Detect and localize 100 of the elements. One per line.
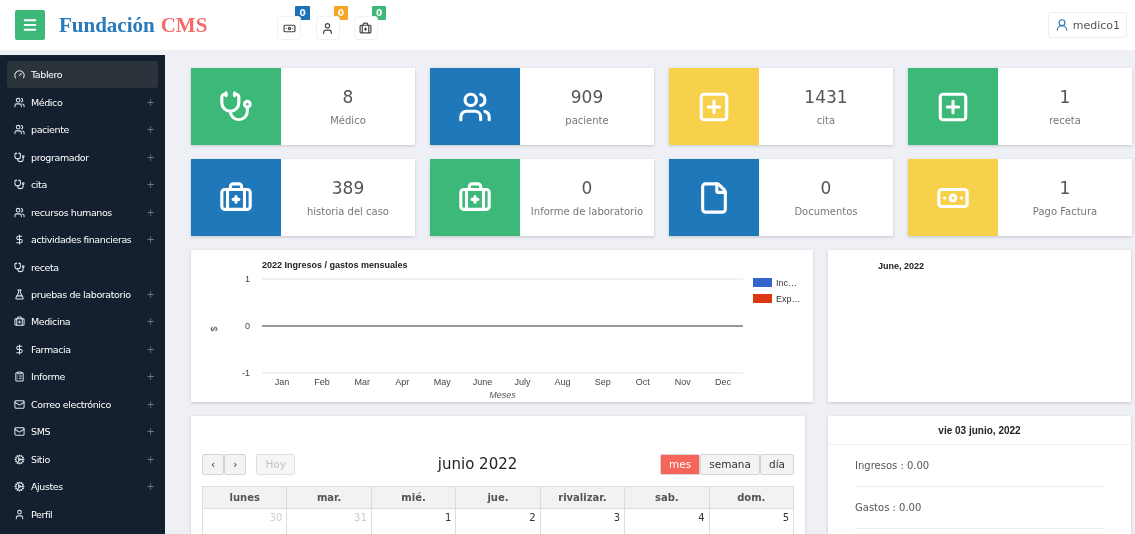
sidebar-item[interactable]: programador +: [7, 143, 158, 171]
chart-title: 2022 Ingresos / gastos mensuales: [262, 260, 408, 270]
dollar-icon: [14, 234, 25, 246]
users-icon: [14, 206, 25, 218]
notification-button[interactable]: [353, 16, 378, 40]
stat-label: Pago Factura: [1032, 206, 1098, 217]
legend-label: Exp…: [776, 294, 801, 304]
sidebar-item[interactable]: actividades financieras +: [7, 225, 158, 254]
weekday-header: dom.: [709, 486, 794, 509]
logo: Fundación CMS: [59, 12, 208, 38]
weekday-header: rivalizar.: [540, 486, 626, 509]
sidebar-item[interactable]: Tablero: [7, 61, 158, 89]
next-button[interactable]: ›: [224, 453, 247, 475]
sidebar-item[interactable]: receta: [7, 253, 158, 281]
day-cell[interactable]: 4: [625, 509, 710, 534]
axis-tick-label: Sep: [594, 377, 611, 387]
expand-icon: +: [146, 124, 155, 136]
stethoscope-icon: [14, 261, 25, 273]
sidebar-item[interactable]: Informe +: [7, 363, 158, 391]
axis-tick-label: May: [433, 377, 451, 387]
expand-icon: +: [146, 316, 155, 328]
panel-title: vie 03 junio, 2022: [828, 416, 1131, 445]
stat-label: Documentos: [794, 206, 858, 217]
expand-icon: +: [146, 398, 155, 410]
count-badge: 0: [371, 6, 387, 20]
stethoscope-icon: [14, 151, 25, 163]
stat-value: 909: [570, 87, 604, 107]
sidebar-item[interactable]: cita +: [7, 170, 158, 199]
users-icon: [14, 124, 25, 136]
user-button[interactable]: medico1: [1047, 12, 1127, 38]
sidebar-item[interactable]: Farmacia +: [7, 335, 158, 364]
expand-icon: +: [146, 206, 155, 218]
user-icon: [321, 21, 335, 35]
axis-tick-label: -1: [242, 368, 250, 378]
axis-tick-label: 1: [245, 274, 250, 284]
weekday-header: lunes: [203, 486, 288, 509]
legend-label: Inc…: [776, 278, 797, 288]
day-cell[interactable]: 3: [540, 509, 626, 534]
stat-value: 8: [342, 87, 354, 107]
users-icon: [14, 96, 25, 108]
stat-value: 0: [820, 178, 832, 198]
sidebar-item[interactable]: Medicina +: [7, 308, 158, 336]
stethoscope-icon: [219, 89, 253, 124]
cogs-icon: [14, 453, 25, 465]
briefcase-icon: [359, 21, 373, 35]
flask-icon: [14, 289, 25, 300]
menu-icon: [22, 17, 38, 33]
expand-icon: +: [146, 179, 155, 191]
sidebar-item[interactable]: Ajustes +: [7, 473, 158, 501]
day-cell[interactable]: 2: [456, 509, 541, 534]
stat-value: 1: [1059, 87, 1071, 107]
mail-icon: [14, 398, 25, 410]
sidebar-item[interactable]: Sitio +: [7, 445, 158, 474]
cogs-icon: [14, 481, 25, 493]
stat-label: cita: [816, 115, 836, 126]
axis-title: $: [209, 326, 219, 332]
weekday-header: mié.: [371, 486, 457, 509]
clipboard-icon: [14, 371, 25, 383]
axis-tick-label: Apr: [395, 377, 410, 387]
stat-value: 0: [581, 178, 593, 198]
weekday-header: jue.: [456, 486, 541, 509]
sidebar-item[interactable]: Perfil: [7, 500, 158, 528]
notification-button[interactable]: [277, 16, 302, 40]
axis-tick-label: 0: [245, 321, 250, 331]
gauge-icon: [14, 69, 25, 81]
sidebar-item[interactable]: SMS +: [7, 418, 158, 446]
panel-title: June, 2022: [877, 260, 926, 271]
previous-button[interactable]: ‹: [202, 453, 225, 475]
stat-label: Médico: [330, 115, 366, 126]
sidebar-item[interactable]: recursos humanos +: [7, 198, 158, 226]
user-icon: [14, 508, 25, 520]
axis-tick-label: Dec: [714, 377, 731, 387]
stat-value: 1: [1059, 178, 1071, 198]
expand-icon: +: [146, 453, 155, 465]
notification-button[interactable]: [315, 16, 340, 40]
sidebar-item[interactable]: pruebas de laboratorio +: [7, 280, 158, 309]
dollar-icon: [14, 343, 25, 355]
stat-label: Informe de laboratorio: [530, 206, 644, 217]
mail-icon: [14, 426, 25, 438]
summary-line: Gastos : 0.00: [855, 487, 1104, 529]
briefcase-icon: [14, 316, 25, 328]
weekday-header: sab.: [625, 486, 710, 509]
view-tab[interactable]: semana: [700, 453, 760, 475]
expand-icon: +: [146, 481, 155, 493]
calendar-title: junio 2022: [436, 455, 519, 473]
stat-label: receta: [1049, 115, 1081, 126]
axis-tick-label: Jan: [274, 377, 290, 387]
stat-label: historia del caso: [307, 206, 389, 217]
expand-icon: +: [146, 371, 155, 383]
stat-value: 389: [331, 178, 365, 198]
axis-tick-label: Mar: [354, 377, 370, 387]
sidebar-item[interactable]: Médico +: [7, 88, 158, 116]
day-cell[interactable]: 5: [709, 509, 794, 534]
day-cell[interactable]: 1: [371, 509, 457, 534]
sidebar-item[interactable]: paciente +: [7, 115, 158, 144]
axis-title: Meses: [489, 390, 516, 400]
stat-label: paciente: [565, 115, 609, 126]
sidebar-item[interactable]: Correo electrónico +: [7, 390, 158, 419]
view-tab[interactable]: día: [759, 453, 794, 475]
axis-tick-label: June: [472, 377, 493, 387]
